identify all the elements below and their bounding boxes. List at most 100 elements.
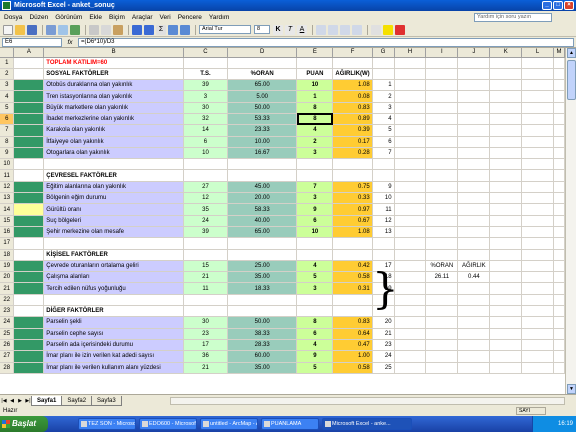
cell-g10[interactable]	[372, 158, 395, 171]
cell-m27[interactable]	[553, 350, 565, 363]
cell-d9[interactable]: 16.67	[227, 147, 298, 160]
cell-l23[interactable]	[521, 305, 554, 318]
cell-f22[interactable]	[332, 294, 373, 307]
horizontal-scrollbar[interactable]	[170, 397, 565, 405]
cell-d15[interactable]: 40.00	[227, 215, 298, 227]
sheet-tab[interactable]: Sayfa3	[91, 395, 122, 406]
cell-k10[interactable]	[489, 158, 523, 171]
cell-l22[interactable]	[521, 294, 554, 307]
new-file-icon[interactable]	[3, 24, 13, 35]
cell-e10[interactable]	[296, 158, 334, 171]
cell-d19[interactable]: 25.00	[227, 260, 298, 273]
name-box[interactable]: E6	[2, 37, 62, 47]
cell-c23[interactable]	[183, 305, 228, 318]
cell-i21[interactable]	[425, 282, 459, 295]
cell-a8[interactable]	[13, 136, 45, 148]
cell-e28[interactable]: 5	[296, 362, 334, 374]
cell-d1[interactable]	[227, 57, 298, 69]
column-header[interactable]: B	[43, 48, 185, 58]
cell-b14[interactable]: Gürültü oranı	[43, 203, 185, 216]
cell-e18[interactable]	[296, 249, 334, 261]
taskbar-button[interactable]: TEZ SON - Microsoft ...	[78, 418, 136, 430]
cell-c9[interactable]: 10	[183, 147, 228, 160]
chart-wizard-icon[interactable]	[180, 24, 190, 35]
cell-g17[interactable]	[372, 237, 395, 250]
cell-m7[interactable]	[553, 124, 565, 137]
cell-l1[interactable]	[521, 57, 554, 69]
cell-b12[interactable]: Eğitim alanlarına olan yakınlık	[43, 181, 185, 194]
cell-b9[interactable]: Otogarlara olan yakınlık	[43, 147, 185, 160]
cell-e21[interactable]: 3	[296, 282, 334, 295]
cell-i3[interactable]	[425, 79, 459, 92]
row-header[interactable]: 1	[0, 57, 15, 69]
cell-m23[interactable]	[553, 305, 565, 318]
cell-c21[interactable]: 11	[183, 282, 228, 295]
start-button[interactable]: Başlat	[0, 416, 48, 432]
cell-d13[interactable]: 20.00	[227, 192, 298, 205]
cell-e2[interactable]: PUAN	[296, 68, 334, 81]
row-header[interactable]: 6	[0, 113, 15, 126]
cell-f8[interactable]: 0.17	[332, 136, 373, 148]
cell-e16[interactable]: 10	[296, 226, 334, 239]
font-size-select[interactable]: 8	[254, 25, 270, 34]
cell-a27[interactable]	[13, 350, 45, 363]
sort-ascending-icon[interactable]	[168, 24, 178, 35]
cell-a10[interactable]	[13, 158, 45, 171]
cell-j25[interactable]	[457, 328, 491, 340]
cell-e12[interactable]: 7	[296, 181, 334, 194]
row-header[interactable]: 16	[0, 226, 15, 239]
cell-l24[interactable]	[521, 316, 554, 329]
cell-i16[interactable]	[425, 226, 459, 239]
cell-h15[interactable]	[394, 215, 427, 227]
next-sheet-icon[interactable]: ▶	[16, 398, 24, 404]
formula-input[interactable]: =(D6*10)/D3	[78, 37, 574, 47]
cell-f17[interactable]	[332, 237, 373, 250]
column-header[interactable]: G	[372, 48, 395, 58]
column-header[interactable]: C	[183, 48, 228, 58]
menu-item[interactable]: Düzen	[29, 14, 48, 21]
cell-b7[interactable]: Karakola olan yakınlık	[43, 124, 185, 137]
cell-h5[interactable]	[394, 102, 427, 114]
cell-m25[interactable]	[553, 328, 565, 340]
cell-a12[interactable]	[13, 181, 45, 194]
cell-m10[interactable]	[553, 158, 565, 171]
cell-l9[interactable]	[521, 147, 554, 160]
underline-icon[interactable]: A	[297, 24, 307, 35]
cell-l19[interactable]	[521, 260, 554, 273]
row-header[interactable]: 4	[0, 90, 15, 103]
menu-item[interactable]: Veri	[159, 14, 170, 21]
cell-l6[interactable]	[521, 113, 554, 126]
cell-b20[interactable]: Çalışma alanları	[43, 271, 185, 284]
cell-b6[interactable]: İbadet merkezlerine olan yakınlık	[43, 113, 185, 126]
cell-f15[interactable]: 0.67	[332, 215, 373, 227]
cell-i11[interactable]	[425, 169, 459, 182]
cell-g26[interactable]: 23	[372, 339, 395, 352]
cell-f23[interactable]	[332, 305, 373, 318]
cell-b19[interactable]: Çevrede oturanların ortalama geliri	[43, 260, 185, 273]
cell-e4[interactable]: 1	[296, 90, 334, 103]
bold-icon[interactable]: K	[273, 24, 283, 35]
cell-l20[interactable]	[521, 271, 554, 284]
cell-i7[interactable]	[425, 124, 459, 137]
fx-icon[interactable]: fx	[62, 39, 78, 46]
cell-a3[interactable]	[13, 79, 45, 92]
cell-k14[interactable]	[489, 203, 523, 216]
row-header[interactable]: 28	[0, 362, 15, 374]
cell-d28[interactable]: 35.00	[227, 362, 298, 374]
cell-j26[interactable]	[457, 339, 491, 352]
cell-j22[interactable]	[457, 294, 491, 307]
cell-k25[interactable]	[489, 328, 523, 340]
row-header[interactable]: 23	[0, 305, 15, 318]
cell-c10[interactable]	[183, 158, 228, 171]
cell-j4[interactable]	[457, 90, 491, 103]
cell-h9[interactable]	[394, 147, 427, 160]
cell-e1[interactable]	[296, 57, 334, 69]
row-header[interactable]: 5	[0, 102, 15, 114]
borders-icon[interactable]	[371, 24, 381, 35]
cell-l28[interactable]	[521, 362, 554, 374]
cell-c17[interactable]	[183, 237, 228, 250]
cell-e22[interactable]	[296, 294, 334, 307]
column-header[interactable]: D	[227, 48, 298, 58]
cell-a24[interactable]	[13, 316, 45, 329]
cell-d23[interactable]	[227, 305, 298, 318]
